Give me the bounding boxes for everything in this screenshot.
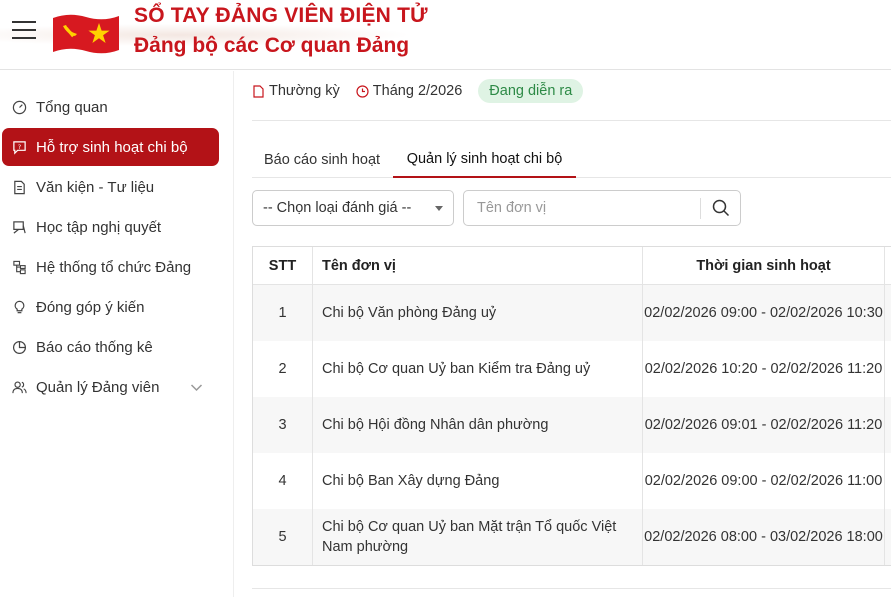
- evaluation-type-select[interactable]: -- Chọn loại đánh giá --: [252, 190, 454, 226]
- row-unit-name: Chi bộ Cơ quan Uỷ ban Mặt trận Tổ quốc V…: [313, 509, 643, 565]
- header-stt: STT: [253, 247, 313, 284]
- row-meeting-time: 02/02/2026 09:01 - 02/02/2026 11:20: [643, 397, 885, 453]
- row-stt: 1: [253, 285, 313, 341]
- caret-down-icon: [435, 206, 443, 211]
- sidebar: Tổng quan ? Hỗ trợ sinh hoạt chi bộ Văn …: [0, 71, 234, 597]
- row-stt: 4: [253, 453, 313, 509]
- row-extra: [885, 453, 891, 509]
- sidebar-item-bao-cao-thong-ke[interactable]: Báo cáo thống kê: [0, 328, 234, 366]
- divider: [252, 120, 891, 121]
- row-unit-name: Chi bộ Hội đồng Nhân dân phường: [313, 397, 643, 453]
- app-subtitle: Đảng bộ các Cơ quan Đảng: [134, 34, 410, 57]
- select-value: -- Chọn loại đánh giá --: [263, 200, 412, 216]
- pie-chart-icon: [11, 339, 27, 355]
- study-icon: [11, 219, 27, 235]
- row-meeting-time: 02/02/2026 10:20 - 02/02/2026 11:20: [643, 341, 885, 397]
- row-meeting-time: 02/02/2026 09:00 - 02/02/2026 11:00: [643, 453, 885, 509]
- sidebar-item-quan-ly-dang-vien[interactable]: Quản lý Đảng viên: [0, 368, 234, 406]
- row-meeting-time: 02/02/2026 09:00 - 02/02/2026 10:30: [643, 285, 885, 341]
- meeting-type: Thường kỳ: [252, 83, 340, 99]
- row-unit-name: Chi bộ Cơ quan Uỷ ban Kiểm tra Đảng uỷ: [313, 341, 643, 397]
- sidebar-item-ho-tro-sinh-hoat[interactable]: ? Hỗ trợ sinh hoạt chi bộ: [2, 128, 219, 166]
- table-row[interactable]: 1 Chi bộ Văn phòng Đảng uỷ 02/02/2026 09…: [253, 285, 891, 341]
- table-row[interactable]: 5 Chi bộ Cơ quan Uỷ ban Mặt trận Tổ quốc…: [253, 509, 891, 565]
- sidebar-item-hoc-tap[interactable]: Học tập nghị quyết: [0, 208, 234, 246]
- table-row[interactable]: 4 Chi bộ Ban Xây dựng Đảng 02/02/2026 09…: [253, 453, 891, 509]
- sidebar-item-label: Báo cáo thống kê: [36, 338, 153, 356]
- lightbulb-icon: [11, 299, 27, 315]
- sidebar-item-dong-gop[interactable]: Đóng góp ý kiến: [0, 288, 234, 326]
- row-extra: [885, 341, 891, 397]
- search-icon: [712, 199, 730, 217]
- table-row[interactable]: 2 Chi bộ Cơ quan Uỷ ban Kiểm tra Đảng uỷ…: [253, 341, 891, 397]
- search-button[interactable]: [701, 191, 741, 225]
- row-unit-name: Chi bộ Ban Xây dựng Đảng: [313, 453, 643, 509]
- meeting-meta: Thường kỳ Tháng 2/2026 Đang diễn ra: [252, 78, 584, 104]
- sidebar-item-label: Văn kiện - Tư liệu: [36, 178, 155, 196]
- party-flag-logo: [53, 14, 119, 54]
- meeting-month-label: Tháng 2/2026: [372, 83, 463, 99]
- org-chart-icon: [11, 259, 27, 275]
- tab-bar: Báo cáo sinh hoạt Quản lý sinh hoạt chi …: [252, 142, 891, 178]
- sidebar-item-van-kien[interactable]: Văn kiện - Tư liệu: [0, 168, 234, 206]
- row-meeting-time: 02/02/2026 08:00 - 03/02/2026 18:00: [643, 509, 885, 565]
- users-icon: [11, 379, 27, 395]
- tab-quan-ly-sinh-hoat-chi-bo[interactable]: Quản lý sinh hoạt chi bộ: [393, 142, 576, 178]
- app-header: SỔ TAY ĐẢNG VIÊN ĐIỆN TỬ Đảng bộ các Cơ …: [0, 0, 891, 70]
- file-icon: [253, 84, 264, 98]
- table-row[interactable]: 3 Chi bộ Hội đồng Nhân dân phường 02/02/…: [253, 397, 891, 453]
- unit-search: [463, 190, 741, 226]
- sidebar-item-label: Tổng quan: [36, 98, 108, 116]
- app-title: SỔ TAY ĐẢNG VIÊN ĐIỆN TỬ: [134, 4, 428, 27]
- meeting-type-label: Thường kỳ: [269, 83, 340, 99]
- sidebar-item-label: Quản lý Đảng viên: [36, 378, 160, 396]
- meetings-table: STT Tên đơn vị Thời gian sinh hoạt 1 Chi…: [252, 246, 891, 566]
- tab-bao-cao-sinh-hoat[interactable]: Báo cáo sinh hoạt: [252, 142, 392, 178]
- search-input[interactable]: [465, 192, 699, 224]
- sidebar-item-tong-quan[interactable]: Tổng quan: [0, 88, 234, 126]
- sidebar-item-label: Học tập nghị quyết: [36, 218, 162, 236]
- help-chat-icon: ?: [11, 139, 27, 155]
- sidebar-item-label: Hệ thống tổ chức Đảng: [36, 258, 192, 276]
- divider: [252, 588, 891, 589]
- row-unit-name: Chi bộ Văn phòng Đảng uỷ: [313, 285, 643, 341]
- status-badge: Đang diễn ra: [478, 79, 584, 103]
- sidebar-item-he-thong-to-chuc[interactable]: Hệ thống tổ chức Đảng: [0, 248, 234, 286]
- row-stt: 3: [253, 397, 313, 453]
- row-extra: [885, 397, 891, 453]
- svg-text:?: ?: [17, 142, 21, 150]
- dashboard-icon: [11, 99, 27, 115]
- row-stt: 2: [253, 341, 313, 397]
- header-extra: [885, 247, 891, 284]
- row-extra: [885, 285, 891, 341]
- meeting-month: Tháng 2/2026: [356, 83, 463, 99]
- header-meeting-time: Thời gian sinh hoạt: [643, 247, 885, 284]
- document-icon: [11, 179, 27, 195]
- sidebar-item-label: Hỗ trợ sinh hoạt chi bộ: [36, 138, 188, 156]
- row-stt: 5: [253, 509, 313, 565]
- header-unit-name: Tên đơn vị: [313, 247, 643, 284]
- table-header-row: STT Tên đơn vị Thời gian sinh hoạt: [253, 247, 891, 285]
- row-extra: [885, 509, 891, 565]
- clock-icon: [356, 84, 369, 98]
- sidebar-item-label: Đóng góp ý kiến: [36, 298, 145, 316]
- chevron-down-icon[interactable]: [189, 380, 204, 395]
- hamburger-menu-icon[interactable]: [12, 21, 36, 41]
